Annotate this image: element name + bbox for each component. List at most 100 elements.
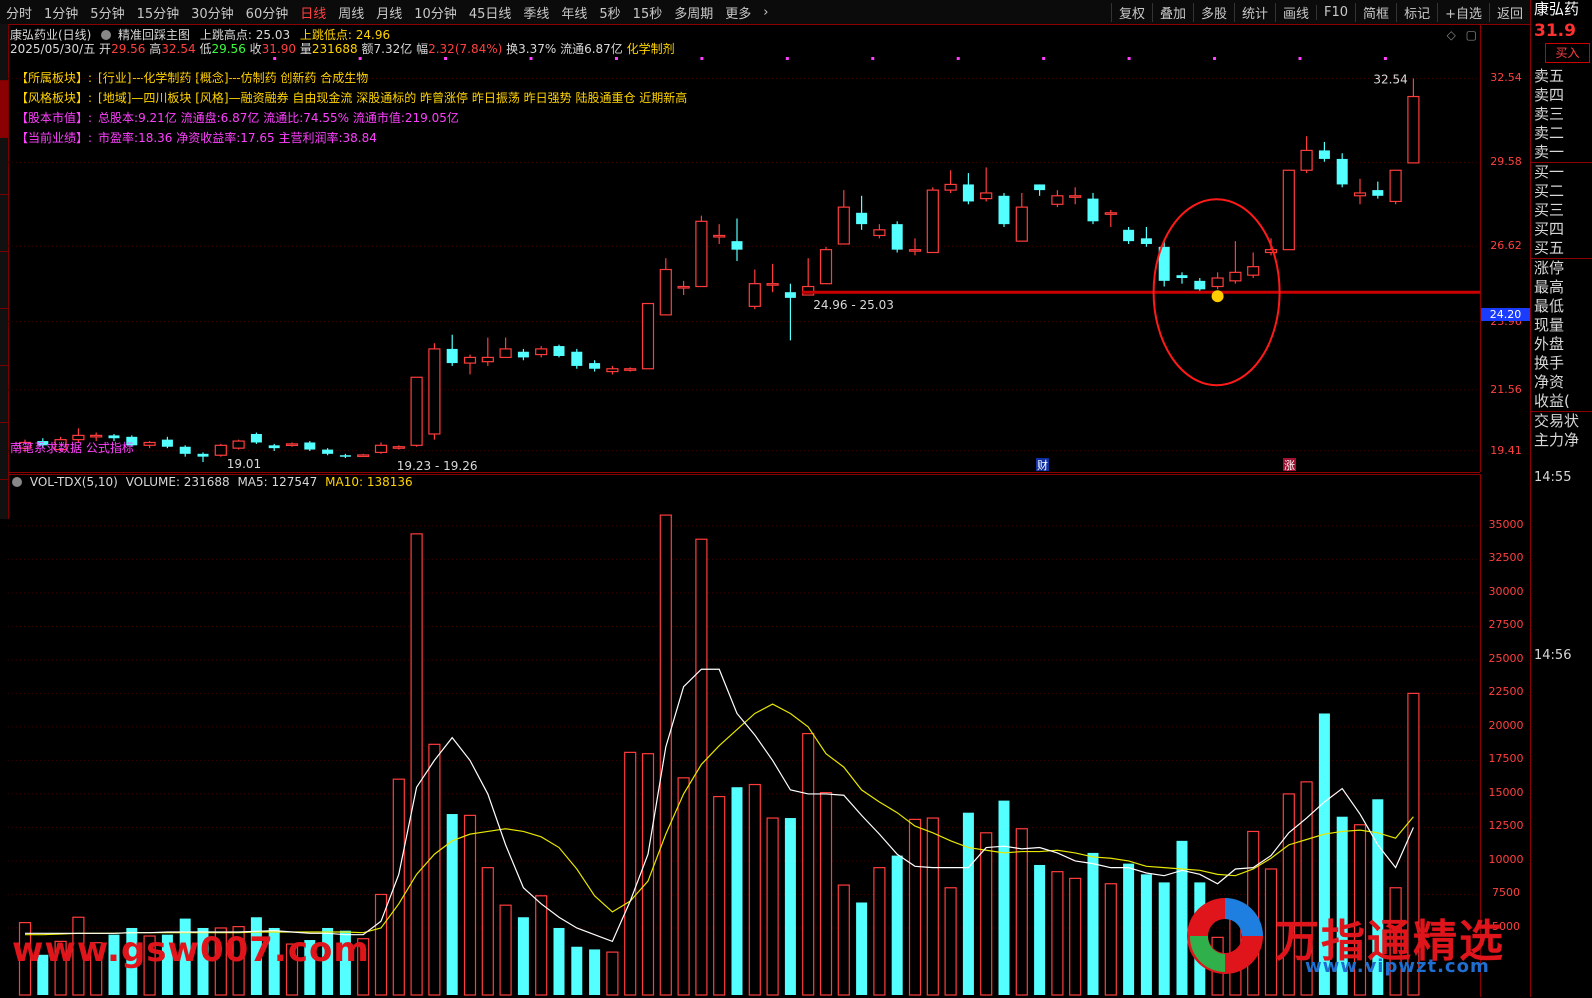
left-tab-3[interactable]	[0, 195, 8, 252]
side-row-4: 卖一	[1534, 143, 1565, 161]
tool-button-1[interactable]: 叠加	[1151, 2, 1193, 22]
candle-body	[748, 283, 761, 307]
brand-logo-icon	[1187, 898, 1263, 974]
volume-axis-label: 12500	[1488, 819, 1524, 833]
period-tab-14[interactable]: 15秒	[627, 3, 669, 22]
candle-body	[108, 435, 120, 439]
candle-body	[766, 283, 779, 286]
watermark-left: www.gsw007.com	[12, 930, 370, 970]
current-price-tag: 24.20	[1481, 307, 1530, 321]
candle-body	[1211, 277, 1224, 288]
candle-body	[1247, 266, 1260, 276]
volume-bar	[802, 732, 815, 996]
side-time-2: 14:56	[1534, 648, 1572, 663]
volume-bar	[641, 753, 655, 996]
side-row-7: 买三	[1534, 201, 1565, 219]
candle-body	[837, 206, 850, 245]
volume-bar	[1069, 877, 1082, 996]
candle-body	[1069, 195, 1082, 198]
candle-body	[1407, 95, 1420, 164]
period-tab-11[interactable]: 季线	[517, 3, 555, 22]
period-tab-4[interactable]: 30分钟	[185, 3, 240, 22]
candle-body	[944, 183, 957, 191]
tool-button-0[interactable]: 复权	[1110, 2, 1152, 22]
volume-bar	[1015, 828, 1028, 996]
candle-body	[250, 433, 262, 443]
left-tab-4[interactable]	[0, 252, 8, 309]
left-tab-6[interactable]	[0, 366, 8, 423]
volume-bar	[962, 812, 974, 995]
volume-bar	[1051, 871, 1064, 996]
signal-marker	[358, 57, 362, 60]
buy-button[interactable]: 买入	[1545, 43, 1590, 63]
period-tab-16[interactable]: 更多	[719, 3, 757, 22]
volume-bar	[659, 514, 672, 996]
candle-body	[980, 192, 993, 200]
period-tab-9[interactable]: 10分钟	[408, 3, 463, 22]
left-tab-2[interactable]	[0, 138, 8, 195]
bottom-range-label: 19.23 - 19.26	[397, 459, 478, 472]
tool-button-5[interactable]: F10	[1316, 4, 1355, 20]
side-row-13: 现量	[1534, 316, 1565, 334]
watermark-url: www.vipwzt.com	[1305, 956, 1490, 977]
signal-marker	[785, 57, 789, 60]
volume-bar	[731, 787, 743, 995]
volume-bar	[1034, 864, 1046, 995]
period-tab-1[interactable]: 1分钟	[38, 3, 84, 22]
period-tab-7[interactable]: 周线	[332, 3, 370, 22]
diamond-icon[interactable]: ◇	[1447, 28, 1456, 42]
tool-button-7[interactable]: 标记	[1396, 2, 1437, 22]
tool-button-4[interactable]: 画线	[1275, 2, 1316, 22]
side-row-18: 交易状	[1531, 411, 1592, 431]
period-tab-6[interactable]: 日线	[294, 3, 332, 22]
candle-body	[677, 285, 690, 289]
candle-body	[463, 356, 477, 364]
volume-axis-label: 10000	[1488, 852, 1524, 866]
signal-marker	[273, 57, 277, 60]
candle-body	[143, 441, 156, 446]
period-tab-15[interactable]: 多周期	[668, 3, 719, 22]
volume-axis-label: 17500	[1488, 752, 1524, 766]
period-tab-13[interactable]: 5秒	[593, 3, 626, 22]
candle-body	[392, 446, 405, 449]
chevron-right-icon[interactable]: ›	[757, 5, 774, 20]
period-tab-8[interactable]: 月线	[370, 3, 408, 22]
candle-body	[322, 449, 334, 454]
period-tab-2[interactable]: 5分钟	[84, 3, 130, 22]
volume-bar	[695, 538, 708, 996]
volume-bar	[713, 796, 726, 996]
period-tab-3[interactable]: 15分钟	[131, 3, 186, 22]
price-axis-label: 19.41	[1490, 443, 1522, 457]
volume-bar	[1140, 874, 1152, 995]
volume-bar	[499, 904, 512, 996]
volume-axis-label: 35000	[1488, 517, 1524, 531]
side-row-15: 换手	[1534, 354, 1565, 372]
period-tab-0[interactable]: 分时	[0, 3, 38, 22]
candle-body	[962, 184, 974, 202]
left-tab-7[interactable]	[0, 423, 8, 480]
tool-button-8[interactable]: +自选	[1437, 2, 1489, 22]
side-row-1: 卖四	[1534, 86, 1565, 104]
period-tab-10[interactable]: 45日线	[463, 3, 518, 22]
left-tab-5[interactable]	[0, 309, 8, 366]
candle-body	[1051, 195, 1064, 205]
volume-bar	[891, 855, 903, 995]
finance-marker: 财	[1037, 458, 1048, 472]
restore-icon[interactable]: ▢	[1466, 28, 1477, 42]
candle-body	[428, 348, 441, 435]
signal-marker	[614, 57, 618, 60]
candle-body	[179, 446, 191, 454]
candle-body	[197, 453, 209, 457]
candle-body	[499, 348, 512, 359]
left-tab-1[interactable]	[0, 81, 8, 138]
left-tab-0[interactable]	[0, 24, 8, 81]
tool-button-9[interactable]: 返回	[1488, 2, 1530, 22]
tool-button-3[interactable]: 统计	[1233, 2, 1275, 22]
formula-hint: 南笔系求数据 公式指标	[10, 440, 134, 455]
period-tab-5[interactable]: 60分钟	[240, 3, 295, 22]
tool-button-2[interactable]: 多股	[1192, 2, 1234, 22]
volume-bar	[908, 818, 922, 996]
tool-button-6[interactable]: 简框	[1355, 2, 1396, 22]
candle-body	[535, 348, 548, 356]
period-tab-12[interactable]: 年线	[555, 3, 593, 22]
